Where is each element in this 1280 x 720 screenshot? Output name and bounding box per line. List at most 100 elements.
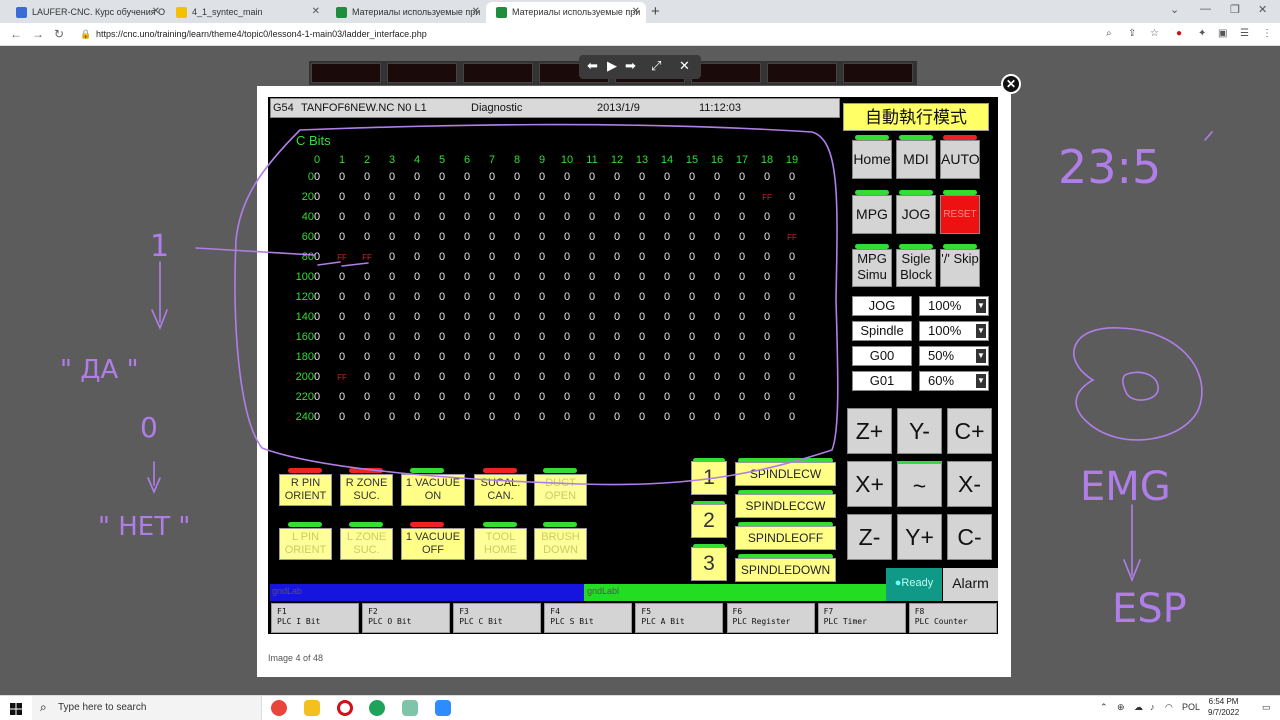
extensions-puzzle-icon[interactable]: ✦ — [1198, 28, 1206, 39]
thumbnail[interactable] — [843, 63, 913, 83]
jog-key[interactable]: C- — [947, 514, 992, 560]
language-indicator[interactable]: POL — [1182, 702, 1200, 712]
close-tab-icon[interactable]: ✕ — [152, 6, 160, 17]
fullscreen-icon[interactable]: ⤢ — [651, 58, 661, 74]
extension-icon[interactable]: ● — [1176, 28, 1182, 39]
fkey-button[interactable]: F2 PLC O Bit — [362, 603, 451, 633]
jog-key[interactable]: Y+ — [897, 514, 942, 560]
close-tab-icon[interactable]: ✕ — [632, 6, 640, 17]
opera-app-icon[interactable] — [337, 700, 353, 716]
override-select[interactable]: 100% ▼ — [919, 321, 989, 341]
spindle-button[interactable]: SPINDLEOFF — [735, 526, 836, 550]
forward-icon[interactable]: → — [32, 27, 44, 41]
profile-icon[interactable]: ☰ — [1240, 28, 1249, 39]
menu-icon[interactable]: ⋮ — [1262, 28, 1272, 39]
function-button[interactable]: R PIN ORIENT — [279, 474, 332, 506]
jog-key[interactable]: Z- — [847, 514, 892, 560]
dropdown-arrow-icon[interactable]: ▼ — [976, 349, 986, 363]
close-tab-icon[interactable]: ✕ — [472, 6, 480, 17]
function-button[interactable]: R ZONE SUC. — [340, 474, 393, 506]
number-button[interactable]: 2 — [691, 504, 727, 538]
browser-tab-2[interactable]: 4_1_syntec_main ✕ — [166, 2, 326, 23]
jog-key[interactable]: ~ — [897, 461, 942, 507]
override-select[interactable]: 100% ▼ — [919, 296, 989, 316]
fkey-button[interactable]: F8 PLC Counter — [908, 603, 997, 633]
browser-tab-4[interactable]: Материалы используемые при ✕ — [486, 2, 646, 23]
function-button[interactable]: SUCAL. CAN. — [474, 474, 527, 506]
mode-button[interactable]: MDI — [896, 140, 936, 179]
thumbnail[interactable] — [767, 63, 837, 83]
restore-window-icon[interactable]: ❐ — [1230, 3, 1240, 16]
fkey-button[interactable]: F1 PLC I Bit — [271, 603, 359, 633]
edge-app-icon[interactable] — [369, 700, 385, 716]
alarm-button[interactable]: Alarm — [943, 568, 998, 601]
jog-key[interactable]: C+ — [947, 408, 992, 454]
fkey-button[interactable]: F5 PLC A Bit — [635, 603, 724, 633]
thumbnail[interactable] — [311, 63, 381, 83]
fkey-button[interactable]: F4 PLC S Bit — [544, 603, 633, 633]
override-select[interactable]: 60% ▼ — [919, 371, 989, 391]
wifi-icon[interactable]: ◠ — [1165, 702, 1173, 713]
minimize-window-icon[interactable]: — — [1200, 3, 1211, 15]
close-window-icon[interactable]: ✕ — [1258, 3, 1267, 16]
notifications-icon[interactable]: ▭ — [1262, 702, 1271, 713]
bookmark-star-icon[interactable]: ☆ — [1150, 28, 1159, 39]
dropdown-arrow-icon[interactable]: ▼ — [976, 374, 986, 388]
fkey-button[interactable]: F3 PLC C Bit — [453, 603, 542, 633]
jog-key[interactable]: Y- — [897, 408, 942, 454]
spindle-button[interactable]: SPINDLECW — [735, 462, 836, 486]
network-icon[interactable]: ⊕ — [1117, 702, 1125, 713]
next-arrow-icon[interactable]: ➡ — [625, 58, 636, 74]
lightbox-close-icon[interactable]: ✕ — [1001, 74, 1021, 94]
file-explorer-icon[interactable] — [304, 700, 320, 716]
override-select[interactable]: 50% ▼ — [919, 346, 989, 366]
spindle-button[interactable]: SPINDLECCW — [735, 494, 836, 518]
prev-arrow-icon[interactable]: ⬅ — [587, 58, 598, 74]
dropdown-arrow-icon[interactable]: ▼ — [976, 324, 986, 338]
number-button[interactable]: 1 — [691, 461, 727, 495]
mode-button[interactable]: JOG — [896, 195, 936, 234]
tray-chevron-icon[interactable]: ⌃ — [1100, 702, 1108, 713]
new-tab-button[interactable]: + — [651, 3, 660, 20]
sidepanel-icon[interactable]: ▣ — [1218, 28, 1227, 39]
mode-button[interactable]: AUTO — [940, 140, 980, 179]
back-icon[interactable]: ← — [10, 27, 22, 41]
jog-key[interactable]: X+ — [847, 461, 892, 507]
volume-icon[interactable]: ♪ — [1150, 702, 1155, 712]
app-icon[interactable] — [402, 700, 418, 716]
function-button[interactable]: DUCT OPEN — [534, 474, 587, 506]
chrome-app-icon[interactable] — [271, 700, 287, 716]
mode-button[interactable]: RESET — [940, 195, 980, 234]
browser-tab-1[interactable]: LAUFER-CNC. Курс обучения О ✕ — [6, 2, 166, 23]
play-icon[interactable]: ▶ — [607, 58, 617, 74]
mode-button[interactable]: '/' Skip — [940, 249, 980, 287]
reload-icon[interactable]: ↻ — [54, 27, 64, 41]
mode-button[interactable]: Home — [852, 140, 892, 179]
taskbar-search[interactable]: ⌕ Type here to search — [32, 696, 262, 720]
mode-button[interactable]: MPG — [852, 195, 892, 234]
function-button[interactable]: TOOL HOME — [474, 528, 527, 560]
jog-key[interactable]: X- — [947, 461, 992, 507]
mode-button[interactable]: Sigle Block — [896, 249, 936, 287]
fkey-button[interactable]: F7 PLC Timer — [817, 603, 906, 633]
close-tab-icon[interactable]: ✕ — [312, 6, 320, 17]
zoom-icon[interactable]: ⌕ — [1106, 28, 1112, 39]
dropdown-arrow-icon[interactable]: ▼ — [976, 299, 986, 313]
jog-key[interactable]: Z+ — [847, 408, 892, 454]
windows-start-icon[interactable] — [10, 703, 22, 715]
thumbnail[interactable] — [463, 63, 533, 83]
taskbar-clock[interactable]: 6:54 PM 9/7/2022 — [1208, 696, 1239, 718]
share-icon[interactable]: ⇪ — [1128, 28, 1136, 39]
function-button[interactable]: 1 VACUUE OFF — [401, 528, 465, 560]
minimize-icon[interactable]: ⌄ — [1170, 3, 1179, 16]
function-button[interactable]: BRUSH DOWN — [534, 528, 587, 560]
onedrive-icon[interactable]: ☁ — [1134, 702, 1143, 713]
url-field[interactable]: https://cnc.uno/training/learn/theme4/to… — [96, 29, 427, 39]
browser-tab-3[interactable]: Материалы используемые при ✕ — [326, 2, 486, 23]
number-button[interactable]: 3 — [691, 547, 727, 581]
zoom-app-icon[interactable] — [435, 700, 451, 716]
function-button[interactable]: L PIN ORIENT — [279, 528, 332, 560]
thumbnail[interactable] — [691, 63, 761, 83]
thumbnail[interactable] — [387, 63, 457, 83]
function-button[interactable]: L ZONE SUC. — [340, 528, 393, 560]
